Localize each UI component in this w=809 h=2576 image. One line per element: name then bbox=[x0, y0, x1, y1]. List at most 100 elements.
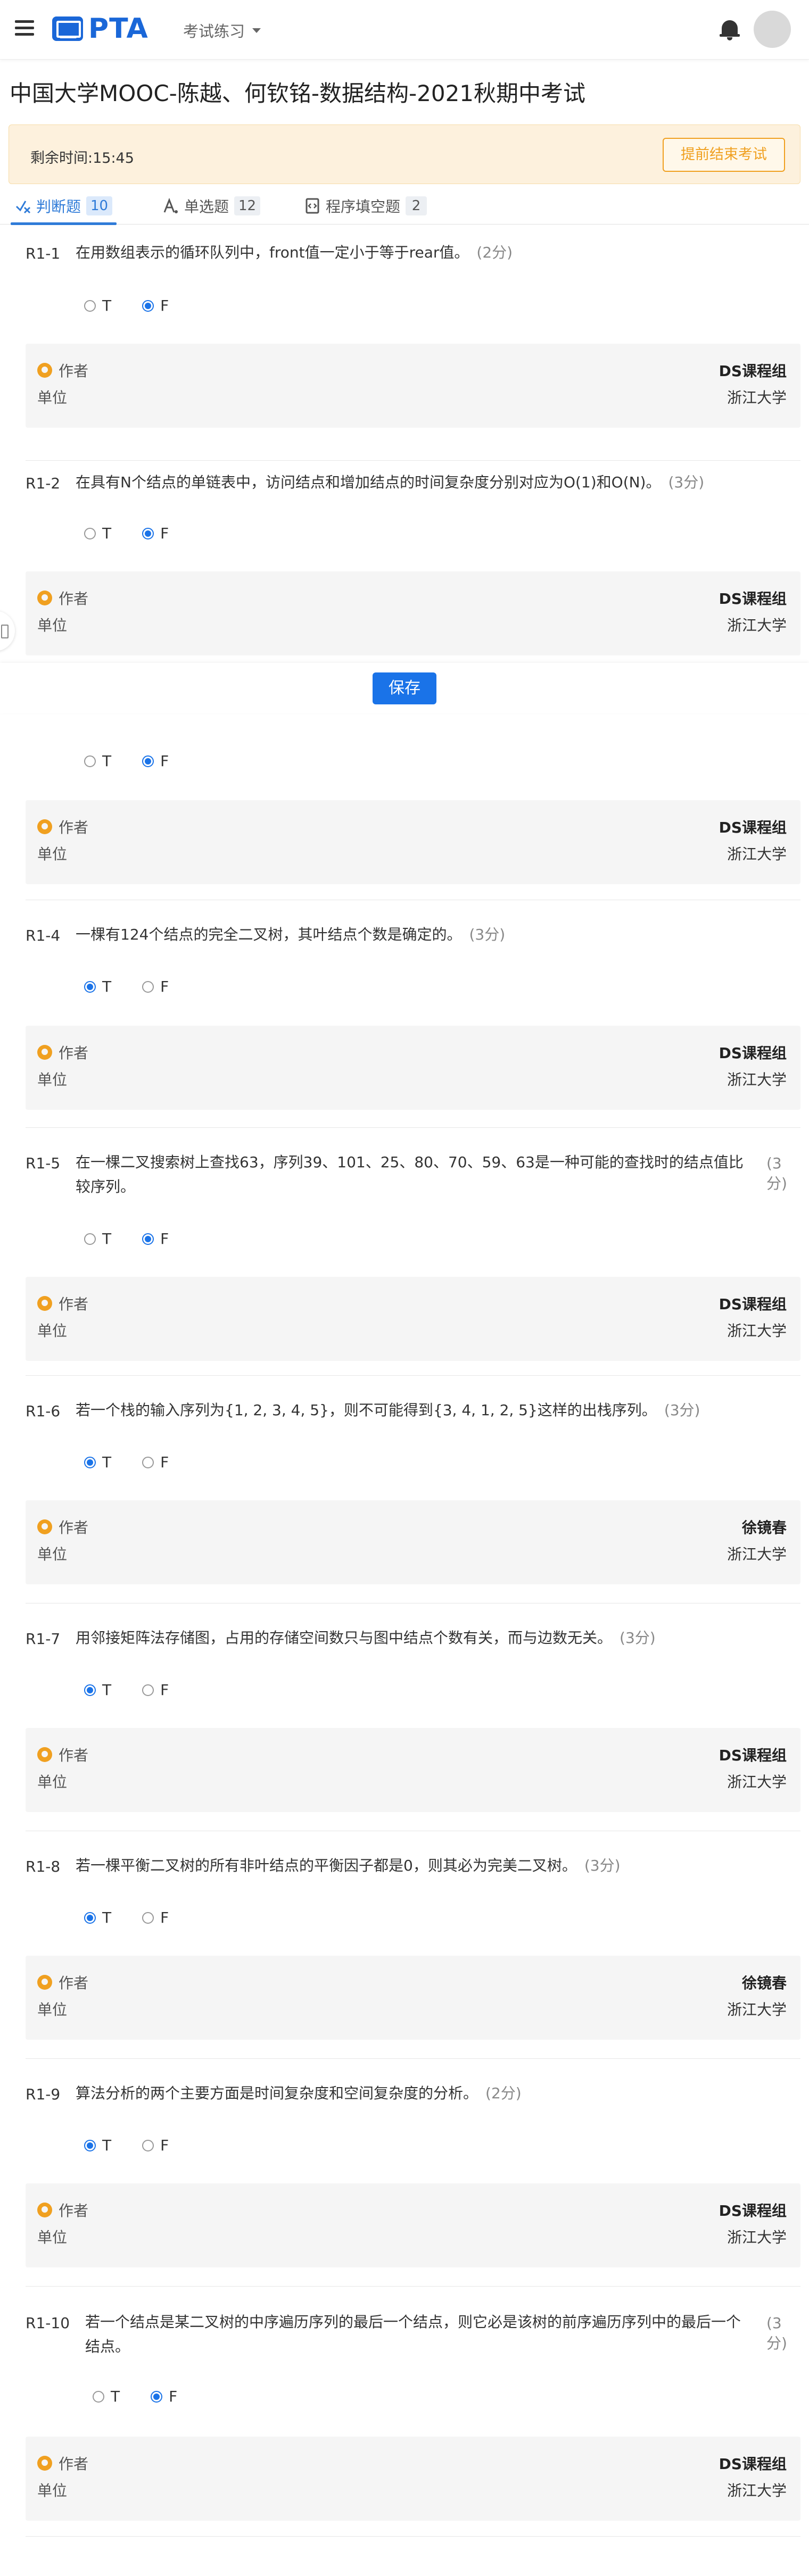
author-name: DS课程组 bbox=[719, 362, 787, 380]
radio-false[interactable] bbox=[142, 527, 154, 539]
radio-true[interactable] bbox=[93, 2390, 104, 2403]
option-false[interactable]: F bbox=[142, 1681, 169, 1699]
question-body: 用邻接矩阵法存储图，占用的存储空间数只与图中结点个数有关，而与边数无关。 bbox=[76, 1629, 613, 1647]
option-label: F bbox=[160, 1681, 169, 1699]
radio-false[interactable] bbox=[142, 2139, 154, 2151]
author-info: 作者 单位 徐镜春 浙江大学 bbox=[26, 1956, 800, 2040]
radio-false[interactable] bbox=[151, 2390, 163, 2403]
hamburger-menu-icon[interactable] bbox=[15, 20, 34, 36]
answer-options: T F bbox=[84, 978, 200, 995]
question-score: (3分) bbox=[668, 473, 705, 491]
bell-icon[interactable] bbox=[720, 19, 740, 40]
option-false[interactable]: F bbox=[142, 752, 169, 770]
option-true[interactable]: T bbox=[84, 1453, 111, 1471]
option-true[interactable]: T bbox=[84, 2137, 111, 2154]
answer-options: T F bbox=[84, 752, 200, 770]
radio-false[interactable] bbox=[142, 755, 154, 767]
radio-false[interactable] bbox=[142, 1456, 154, 1468]
option-false[interactable]: F bbox=[142, 1453, 169, 1471]
author-label: 作者 bbox=[37, 1972, 88, 1993]
end-exam-button[interactable]: 提前结束考试 bbox=[663, 138, 785, 172]
option-label: F bbox=[160, 2137, 169, 2154]
option-true[interactable]: T bbox=[84, 1681, 111, 1699]
question-score: (3分) bbox=[766, 2314, 787, 2352]
radio-true[interactable] bbox=[84, 1456, 96, 1468]
side-panel-toggle[interactable] bbox=[0, 611, 15, 651]
radio-false[interactable] bbox=[142, 300, 154, 312]
option-false[interactable]: F bbox=[151, 2388, 177, 2405]
single-choice-icon bbox=[163, 197, 179, 214]
question-number: R1-2 bbox=[26, 475, 61, 492]
radio-true[interactable] bbox=[84, 1233, 96, 1245]
avatar[interactable] bbox=[754, 11, 791, 48]
option-false[interactable]: F bbox=[142, 1909, 169, 1926]
option-false[interactable]: F bbox=[142, 1230, 169, 1248]
author-label: 作者 bbox=[37, 1042, 88, 1063]
option-true[interactable]: T bbox=[84, 525, 111, 542]
unit-label: 单位 bbox=[37, 389, 68, 406]
radio-true[interactable] bbox=[84, 980, 96, 993]
option-true[interactable]: T bbox=[84, 1230, 111, 1248]
unit-name: 浙江大学 bbox=[727, 2001, 787, 2018]
question-r1-9: R1-9 算法分析的两个主要方面是时间复杂度和空间复杂度的分析。 (2分) T F… bbox=[26, 2059, 800, 2287]
check-cross-icon bbox=[15, 198, 31, 214]
radio-false[interactable] bbox=[142, 1684, 154, 1696]
radio-false[interactable] bbox=[142, 980, 154, 993]
tab-true-false[interactable]: 判断题 10 bbox=[10, 187, 117, 225]
tab-label: 单选题 bbox=[184, 198, 229, 215]
exam-practice-menu[interactable]: 考试练习 bbox=[183, 19, 261, 41]
author-info: 作者 单位 徐镜春 浙江大学 bbox=[26, 1500, 800, 1584]
option-label: T bbox=[102, 1909, 112, 1926]
tab-program-fill[interactable]: 程序填空题 2 bbox=[304, 187, 427, 225]
tab-count-badge: 10 bbox=[86, 196, 113, 215]
unit-label: 单位 bbox=[37, 1071, 68, 1088]
option-label: T bbox=[102, 752, 112, 770]
question-text: 一棵有124个结点的完全二叉树，其叶结点个数是确定的。 (3分) bbox=[76, 923, 746, 947]
radio-false[interactable] bbox=[142, 1912, 154, 1924]
author-info: 作者 单位 DS课程组 浙江大学 bbox=[26, 1277, 800, 1361]
radio-true[interactable] bbox=[84, 2139, 96, 2151]
answer-options: T F bbox=[84, 2137, 200, 2154]
question-number: R1-1 bbox=[26, 245, 61, 262]
option-false[interactable]: F bbox=[142, 297, 169, 314]
option-true[interactable]: T bbox=[84, 978, 111, 995]
answer-options: T F bbox=[84, 1230, 200, 1248]
pta-logo[interactable]: PTA bbox=[52, 13, 148, 45]
radio-false[interactable] bbox=[142, 1233, 154, 1245]
option-true[interactable]: T bbox=[93, 2388, 120, 2405]
question-number: R1-6 bbox=[26, 1402, 61, 1420]
radio-true[interactable] bbox=[84, 755, 96, 767]
radio-true[interactable] bbox=[84, 1912, 96, 1924]
answer-options: T F bbox=[84, 297, 200, 314]
option-true[interactable]: T bbox=[84, 752, 111, 770]
radio-true[interactable] bbox=[84, 300, 96, 312]
save-button[interactable]: 保存 bbox=[373, 672, 436, 704]
option-false[interactable]: F bbox=[142, 978, 169, 995]
exam-practice-label: 考试练习 bbox=[183, 22, 245, 40]
question-text: 在具有N个结点的单链表中，访问结点和增加结点的时间复杂度分别对应为O(1)和O(… bbox=[76, 470, 746, 495]
question-r1-8: R1-8 若一棵平衡二叉树的所有非叶结点的平衡因子都是0，则其必为完美二叉树。 (… bbox=[26, 1831, 800, 2059]
radio-true[interactable] bbox=[84, 527, 96, 539]
unit-label: 单位 bbox=[37, 845, 68, 863]
radio-true[interactable] bbox=[84, 1684, 96, 1696]
question-score: (2分) bbox=[476, 244, 513, 261]
option-true[interactable]: T bbox=[84, 297, 111, 314]
unit-name: 浙江大学 bbox=[727, 617, 787, 634]
option-false[interactable]: F bbox=[142, 2137, 169, 2154]
tab-single-choice[interactable]: 单选题 12 bbox=[163, 187, 261, 225]
question-text: 若一个结点是某二叉树的中序遍历序列的最后一个结点，则它必是该树的前序遍历序列中的… bbox=[85, 2313, 741, 2355]
author-name: DS课程组 bbox=[719, 2455, 787, 2473]
author-icon bbox=[37, 1747, 52, 1762]
question-text: 若一棵平衡二叉树的所有非叶结点的平衡因子都是0，则其必为完美二叉树。 (3分) bbox=[76, 1854, 746, 1878]
question-body: 算法分析的两个主要方面是时间复杂度和空间复杂度的分析。 bbox=[76, 2084, 478, 2102]
tab-count-badge: 12 bbox=[234, 196, 261, 215]
option-label: T bbox=[102, 525, 112, 542]
option-label: F bbox=[160, 297, 169, 314]
author-icon bbox=[37, 1519, 52, 1534]
option-false[interactable]: F bbox=[142, 525, 169, 542]
option-true[interactable]: T bbox=[84, 1909, 111, 1926]
option-label: F bbox=[160, 752, 169, 770]
unit-name: 浙江大学 bbox=[727, 2482, 787, 2499]
author-icon bbox=[37, 819, 52, 834]
unit-name: 浙江大学 bbox=[727, 1545, 787, 1563]
